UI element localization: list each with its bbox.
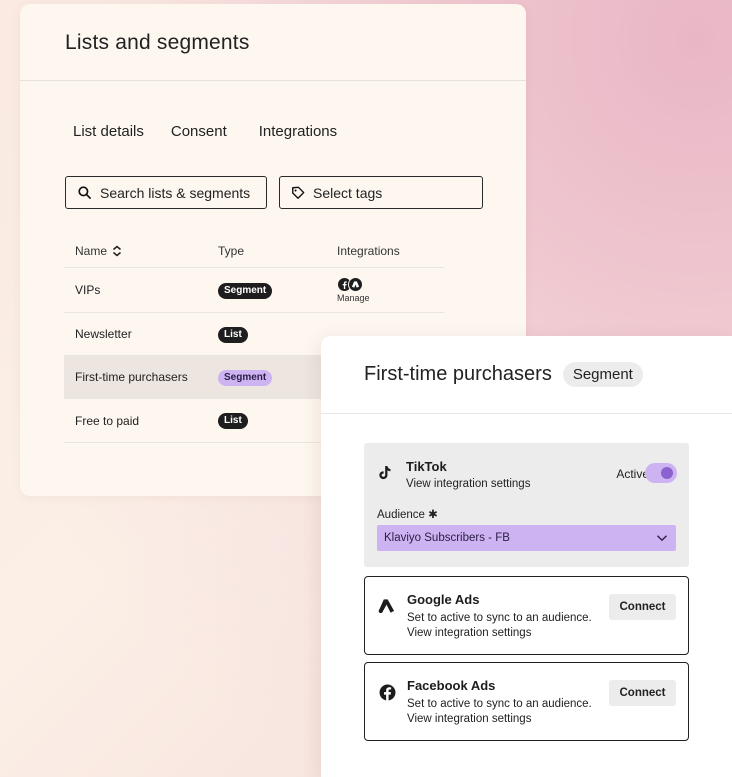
google-ads-icon <box>348 277 363 292</box>
audience-select[interactable]: Klaviyo Subscribers - FB <box>377 525 676 551</box>
manage-link[interactable]: Manage <box>337 293 444 303</box>
integrations-cell[interactable]: Manage <box>337 277 444 303</box>
tab-integrations[interactable]: Integrations <box>259 123 337 140</box>
column-type: Type <box>218 243 245 258</box>
tiktok-integration-card: TikTok View integration settings Active … <box>364 443 689 567</box>
row-name: VIPs <box>75 283 101 297</box>
search-input[interactable]: Search lists & segments <box>65 176 267 209</box>
row-name: Newsletter <box>75 327 132 341</box>
row-name: Free to paid <box>75 413 140 428</box>
tab-bar: List details Consent Integrations <box>73 123 364 140</box>
active-toggle[interactable] <box>645 463 677 483</box>
google-ads-description: Set to active to sync to an audience. <box>407 612 592 624</box>
type-badge: List <box>218 326 248 343</box>
tiktok-settings-link[interactable]: View integration settings <box>406 477 530 492</box>
google-ads-integration-card: Google Ads Set to active to sync to an a… <box>364 576 689 655</box>
toggle-knob <box>661 467 673 479</box>
tag-icon <box>292 186 305 199</box>
sort-icon[interactable] <box>112 245 122 257</box>
facebook-ads-settings-link[interactable]: View integration settings <box>407 712 531 727</box>
tab-consent[interactable]: Consent <box>171 123 227 140</box>
chevron-down-icon <box>657 535 667 542</box>
table-header: Name Type Integrations <box>64 234 444 268</box>
google-ads-icon <box>378 599 395 614</box>
tags-placeholder: Select tags <box>313 184 383 201</box>
column-integrations: Integrations <box>337 243 400 258</box>
segment-badge: Segment <box>562 362 643 387</box>
detail-title: First-time purchasers <box>364 363 552 385</box>
type-badge: Segment <box>218 369 273 386</box>
segment-detail-panel: First-time purchasers Segment TikTok Vie… <box>321 336 732 777</box>
header-divider <box>20 80 526 81</box>
type-badge: List <box>218 413 248 429</box>
tags-select[interactable]: Select tags <box>279 176 483 209</box>
column-name-label: Name <box>75 243 108 258</box>
row-name: First-time purchasers <box>75 370 188 384</box>
search-placeholder: Search lists & segments <box>100 184 251 201</box>
tiktok-name: TikTok <box>406 459 447 474</box>
facebook-ads-integration-card: Facebook Ads Set to active to sync to an… <box>364 662 689 741</box>
facebook-icon <box>379 684 396 701</box>
audience-value: Klaviyo Subscribers - FB <box>384 532 510 544</box>
facebook-ads-description: Set to active to sync to an audience. <box>407 698 592 710</box>
tiktok-icon <box>379 465 391 480</box>
column-name[interactable]: Name <box>64 244 218 258</box>
detail-header: First-time purchasers Segment <box>364 362 643 387</box>
google-ads-settings-link[interactable]: View integration settings <box>407 626 531 641</box>
audience-label: Audience ✱ <box>377 509 438 521</box>
google-ads-connect-button[interactable]: Connect <box>609 594 676 620</box>
detail-divider <box>321 413 732 414</box>
tab-list-details[interactable]: List details <box>73 123 144 140</box>
search-icon <box>78 186 91 199</box>
google-ads-name: Google Ads <box>407 592 480 607</box>
table-row[interactable]: VIPs Segment Manage <box>64 268 444 313</box>
page-title: Lists and segments <box>65 31 250 54</box>
type-badge: Segment <box>218 282 273 299</box>
facebook-ads-name: Facebook Ads <box>407 678 496 693</box>
facebook-ads-connect-button[interactable]: Connect <box>609 680 676 706</box>
